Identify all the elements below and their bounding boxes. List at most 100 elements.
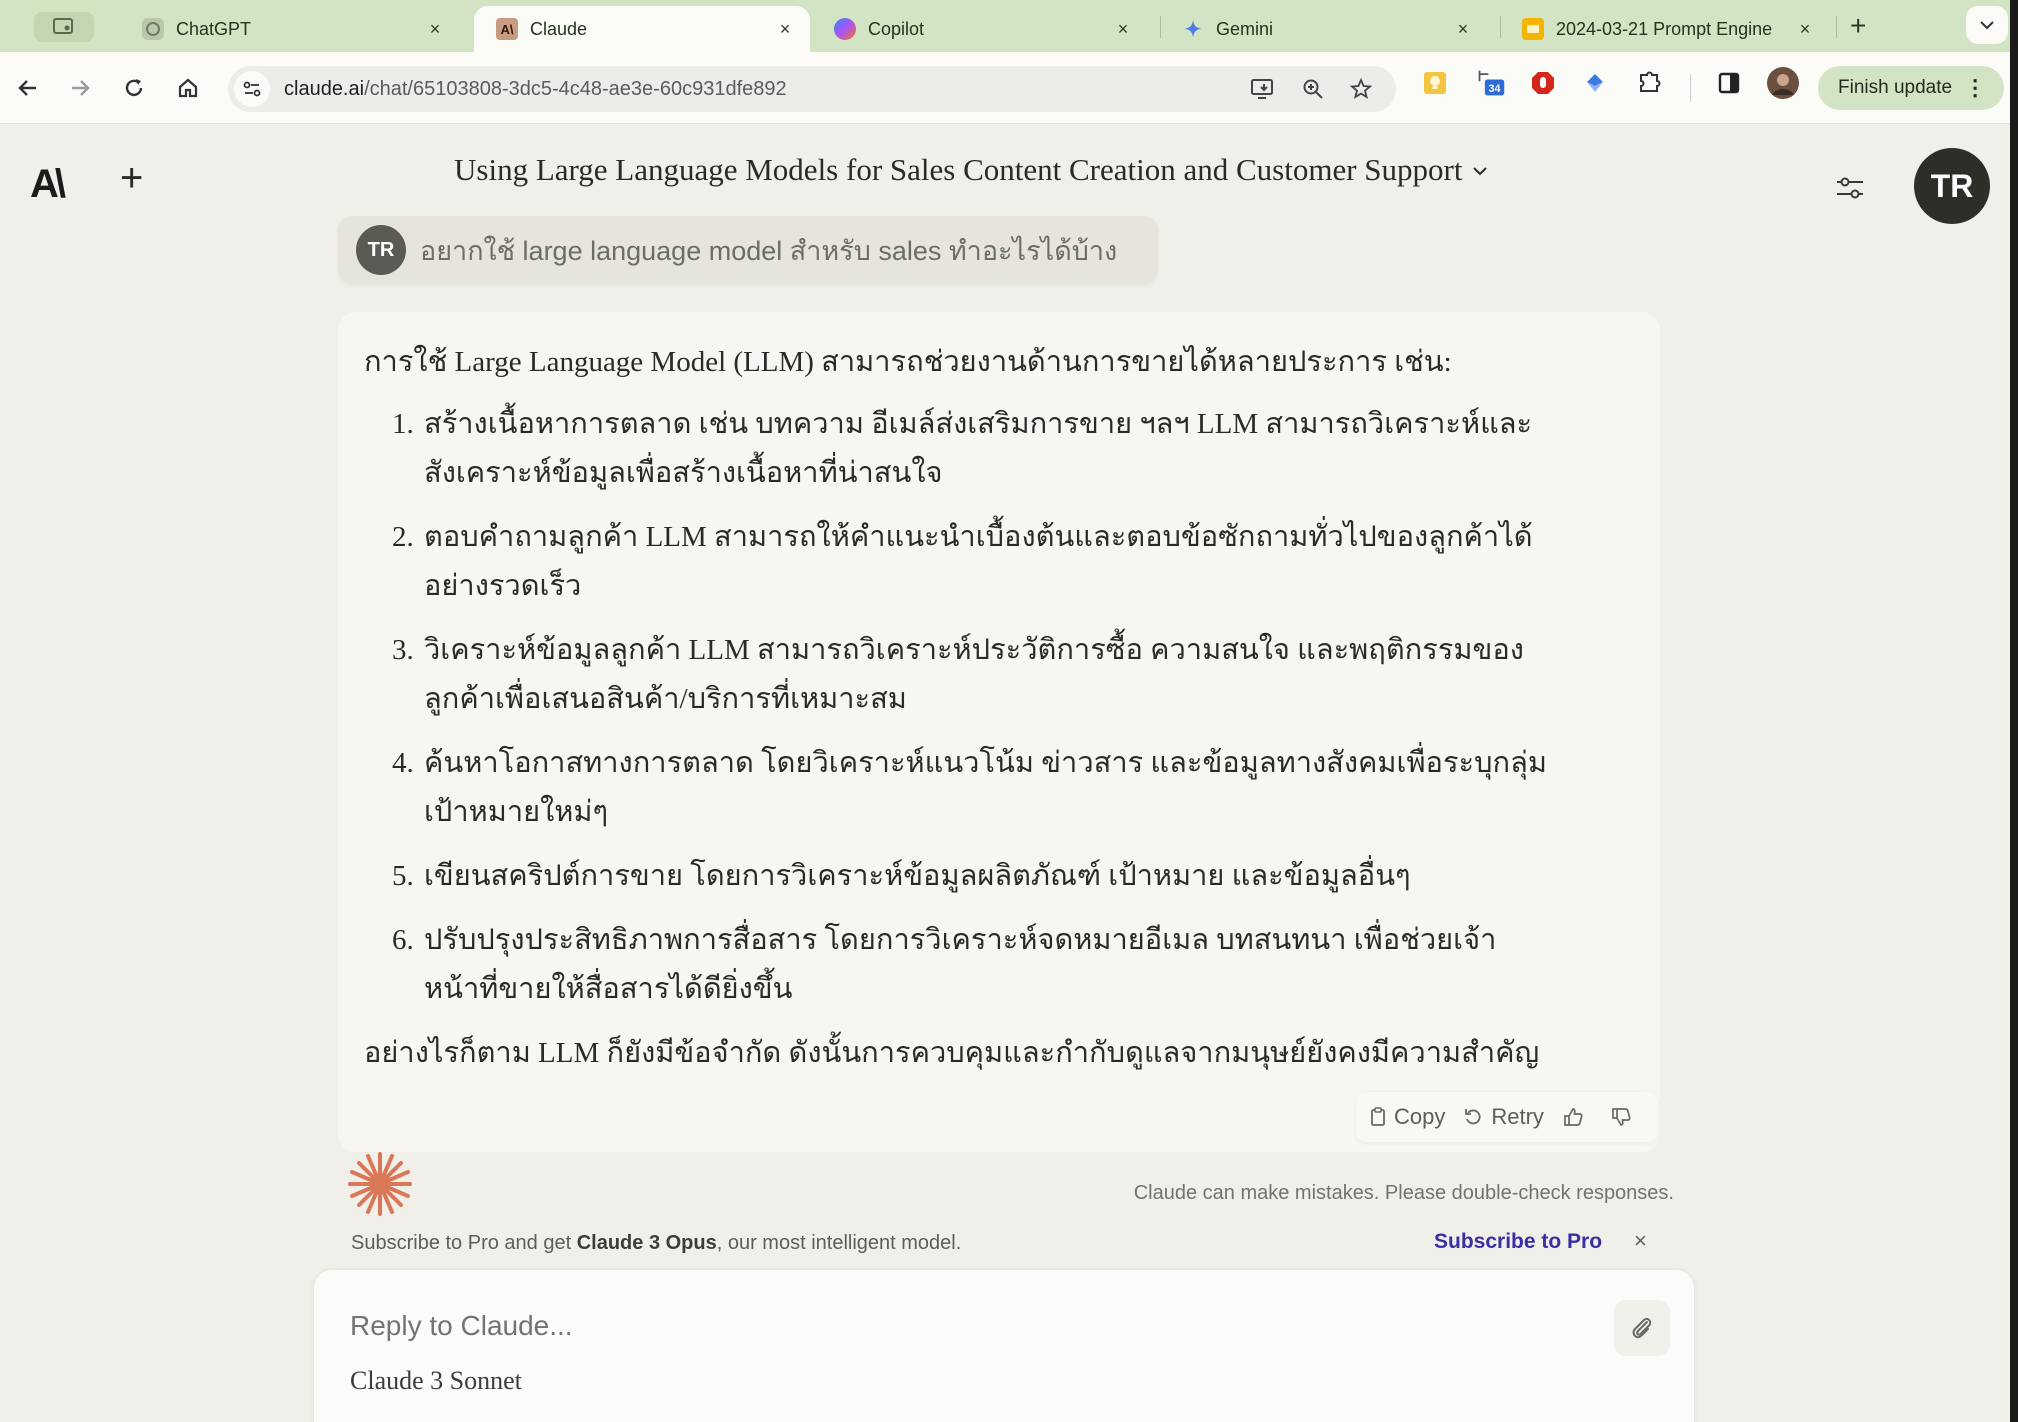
tab-copilot[interactable]: Copilot ×: [812, 6, 1148, 52]
profile-avatar-icon: [1767, 67, 1799, 99]
clipboard-icon: [1371, 1107, 1385, 1126]
side-panel-button[interactable]: [1714, 68, 1744, 98]
retry-button[interactable]: Retry: [1463, 1104, 1544, 1130]
diamond-icon: [1587, 74, 1603, 92]
zoom-button[interactable]: [1298, 74, 1328, 104]
home-button[interactable]: [170, 70, 206, 106]
close-tab-icon[interactable]: ×: [1794, 19, 1816, 40]
disclaimer-text: Claude can make mistakes. Please double-…: [1133, 1182, 1674, 1204]
attach-file-button[interactable]: [1614, 1300, 1670, 1356]
puzzle-icon: [1640, 71, 1661, 92]
user-message: TR อยากใช้ large language model สำหรับ s…: [338, 216, 1158, 284]
forward-button[interactable]: [62, 70, 98, 106]
pro-promo-text: Subscribe to Pro and get Claude 3 Opus, …: [351, 1232, 961, 1255]
close-tab-icon[interactable]: ×: [1112, 19, 1134, 40]
tab-list-button[interactable]: [1966, 6, 2008, 44]
site-info-button[interactable]: [234, 71, 270, 107]
list-text: วิเคราะห์ข้อมูลลูกค้า LLM สามารถวิเคราะห…: [424, 634, 1524, 715]
close-tab-icon[interactable]: ×: [774, 19, 796, 40]
extension-keep[interactable]: [1420, 68, 1450, 98]
tab-title: Copilot: [868, 18, 925, 39]
calendar-badge-icon: 34: [1478, 70, 1505, 96]
list-number: 1.: [392, 408, 414, 440]
url-host: claude.ai: [284, 77, 365, 100]
toolbar-divider: [1690, 74, 1691, 102]
chevron-down-icon: [1472, 160, 1488, 181]
reply-input[interactable]: [350, 1310, 1550, 1342]
chat-settings-button[interactable]: [1830, 168, 1870, 208]
browser-tab-strip: ChatGPT × A\ Claude × Copilot × ✦ Gemini…: [0, 0, 2018, 52]
assistant-message: การใช้ Large Language Model (LLM) สามารถ…: [338, 312, 1660, 1152]
list-number: 4.: [392, 747, 414, 779]
kebab-menu-icon: ⋮: [1964, 75, 1987, 100]
list-text: เขียนสคริปต์การขาย โดยการวิเคราะห์ข้อมูล…: [424, 860, 1411, 892]
list-item: 5. เขียนสคริปต์การขาย โดยการวิเคราะห์ข้อม…: [364, 852, 1634, 901]
copy-label: Copy: [1394, 1104, 1446, 1129]
retry-icon: [1465, 1109, 1481, 1125]
anthropic-logo[interactable]: A\: [30, 162, 66, 207]
arrow-right-icon: [72, 80, 90, 96]
list-number: 5.: [392, 860, 414, 892]
close-tab-icon[interactable]: ×: [424, 19, 446, 40]
new-tab-button[interactable]: +: [1850, 10, 1866, 42]
sliders-icon: [1837, 177, 1863, 199]
tab-search-button[interactable]: [34, 12, 94, 42]
tab-divider: [1836, 16, 1837, 38]
close-tab-icon[interactable]: ×: [1452, 19, 1474, 40]
tab-title: Gemini: [1216, 18, 1274, 39]
model-selector[interactable]: Claude 3 Sonnet: [350, 1366, 522, 1396]
finish-update-button[interactable]: Finish update ⋮: [1818, 66, 2004, 110]
tab-title: ChatGPT: [176, 18, 252, 39]
chat-title-menu[interactable]: Using Large Language Models for Sales Co…: [454, 152, 1488, 188]
list-item: 2. ตอบคำถามลูกค้า LLM สามารถให้คำแนะนำเบื…: [364, 513, 1634, 611]
profile-button[interactable]: [1766, 66, 1800, 100]
list-number: 3.: [392, 634, 414, 666]
copilot-icon: [834, 18, 856, 40]
user-message-text: อยากใช้ large language model สำหรับ sale…: [420, 235, 1118, 266]
composer: Claude 3 Sonnet: [314, 1270, 1694, 1422]
thumbs-down-icon: [1612, 1108, 1631, 1126]
install-app-button[interactable]: [1248, 74, 1278, 104]
chatgpt-icon: [142, 18, 164, 40]
gemini-icon: ✦: [1184, 18, 1202, 41]
extension-adblock[interactable]: [1528, 68, 1558, 98]
promo-prefix: Subscribe to Pro and get: [351, 1232, 577, 1254]
promo-model: Claude 3 Opus: [576, 1232, 717, 1254]
extension-diamond[interactable]: [1580, 68, 1610, 98]
thumbs-up-button[interactable]: [1562, 1106, 1592, 1128]
bookmark-button[interactable]: [1346, 74, 1376, 104]
zoom-icon: [1303, 79, 1323, 99]
list-text: ปรับปรุงประสิทธิภาพการสื่อสาร โดยการวิเค…: [424, 924, 1497, 1005]
chevron-down-icon: [1980, 21, 1994, 30]
paperclip-icon: [1632, 1317, 1652, 1339]
user-menu-avatar[interactable]: TR: [1914, 148, 1990, 224]
extension-calendar[interactable]: 34: [1476, 68, 1506, 98]
response-list: 1. สร้างเนื้อหาการตลาด เช่น บทความ อีเมล์…: [364, 400, 1634, 1014]
window-edge: [2010, 0, 2018, 1422]
side-panel-icon: [1718, 72, 1740, 94]
tab-gemini[interactable]: ✦ Gemini ×: [1160, 6, 1488, 52]
reload-button[interactable]: [116, 70, 152, 106]
thumbs-up-icon: [1564, 1108, 1583, 1126]
tab-claude[interactable]: A\ Claude ×: [474, 6, 810, 52]
list-number: 6.: [392, 924, 414, 956]
extension-badge-count: 34: [1489, 83, 1501, 95]
tab-title: Claude: [530, 18, 588, 39]
close-promo-icon[interactable]: ×: [1634, 1228, 1647, 1254]
extensions-menu-button[interactable]: [1634, 68, 1664, 98]
list-text: ค้นหาโอกาสทางการตลาด โดยวิเคราะห์แนวโน้ม…: [424, 747, 1547, 828]
url-text[interactable]: claude.ai/chat/65103808-3dc5-4c48-ae3e-6…: [284, 78, 787, 101]
tab-prompt-engineering-doc[interactable]: 2024-03-21 Prompt Engine ×: [1500, 6, 1830, 52]
slides-icon: [1522, 18, 1544, 40]
subscribe-to-pro-link[interactable]: Subscribe to Pro: [1434, 1230, 1602, 1254]
retry-label: Retry: [1491, 1104, 1544, 1129]
tab-chatgpt[interactable]: ChatGPT ×: [120, 6, 460, 52]
tune-icon: [243, 81, 261, 97]
url-path: /chat/65103808-3dc5-4c48-ae3e-60c931dfe8…: [364, 77, 787, 100]
thumbs-down-button[interactable]: [1610, 1106, 1640, 1128]
claude-spark-icon: [348, 1152, 412, 1216]
new-chat-button[interactable]: +: [120, 156, 143, 201]
address-bar[interactable]: claude.ai/chat/65103808-3dc5-4c48-ae3e-6…: [228, 66, 1396, 112]
copy-button[interactable]: Copy: [1370, 1104, 1445, 1130]
back-button[interactable]: [10, 70, 46, 106]
